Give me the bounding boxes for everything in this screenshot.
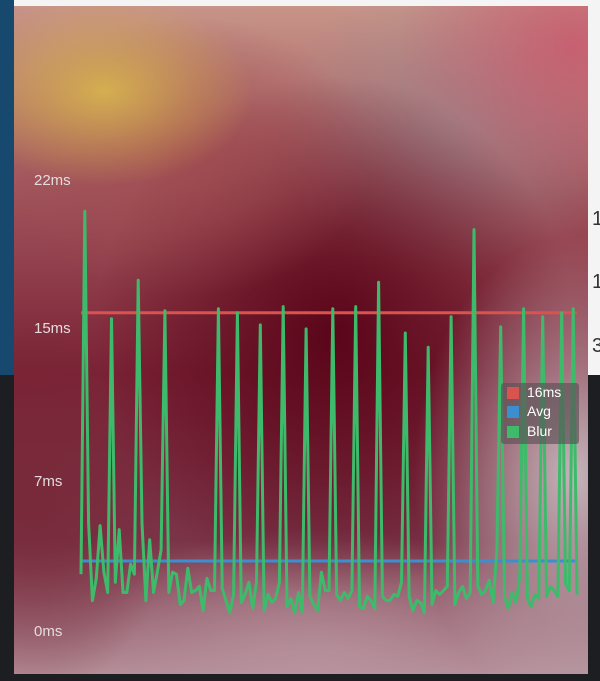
legend-swatch <box>507 387 519 399</box>
background-app-text: 1 <box>592 208 600 230</box>
y-tick-label: 15ms <box>34 320 71 337</box>
legend-label: Blur <box>527 423 552 439</box>
legend-item-avg: Avg <box>505 403 579 421</box>
frame-time-chart <box>79 209 579 615</box>
legend-label: 16ms <box>527 384 562 400</box>
legend-label: Avg <box>527 403 551 419</box>
y-tick-label: 22ms <box>34 172 71 189</box>
chart-legend: 16ms Avg Blur <box>501 383 579 444</box>
y-tick-label: 7ms <box>34 473 63 490</box>
legend-swatch <box>507 406 519 418</box>
legend-item-16ms: 16ms <box>505 384 579 402</box>
frame-time-overlay: 22ms 15ms 7ms 0ms 16ms Avg Blur <box>14 6 588 674</box>
legend-item-blur: Blur <box>505 423 579 441</box>
y-tick-label: 0ms <box>34 623 63 640</box>
legend-swatch <box>507 426 519 438</box>
background-app-text: 3 <box>592 335 600 357</box>
background-app-text: 1 <box>592 271 600 293</box>
